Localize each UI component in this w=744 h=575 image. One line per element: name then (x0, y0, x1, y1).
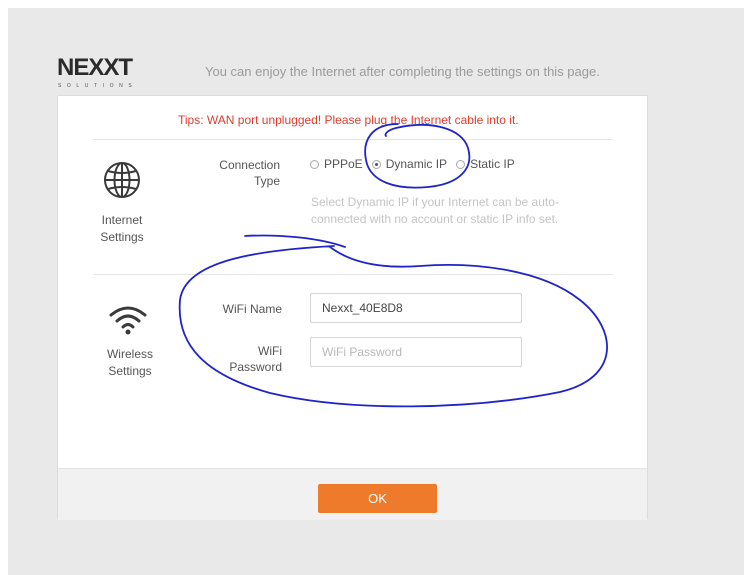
radio-pppoe-label: PPPoE (324, 157, 363, 171)
intro-text: You can enjoy the Internet after complet… (205, 64, 600, 79)
radio-dynamic-ip-dot[interactable] (371, 159, 381, 169)
radio-static-ip[interactable]: Static IP (456, 157, 515, 171)
connection-type-options: PPPoE Dynamic IP Static IP (310, 157, 524, 171)
radio-dynamic-ip-label: Dynamic IP (385, 157, 448, 171)
ok-button[interactable]: OK (318, 484, 437, 513)
internet-settings-label-line2: Settings (100, 230, 144, 244)
radio-pppoe-dot[interactable] (310, 159, 319, 169)
wifi-password-label-line1: WiFi (258, 344, 282, 358)
card-footer: OK (58, 468, 647, 520)
wifi-name-label: WiFi Name (222, 302, 282, 316)
internet-settings-label-line1: Internet (101, 213, 143, 227)
wifi-password-label-line2: Password (229, 360, 282, 374)
wifi-password-label: WiFi Password (192, 343, 282, 375)
radio-dynamic-ip[interactable]: Dynamic IP (371, 157, 448, 171)
connection-type-label-line1: Connection (219, 158, 280, 172)
globe-icon (104, 162, 140, 198)
brand-logo: NEXXT SOLUTIONS (57, 56, 167, 94)
wireless-settings-label-line1: Wireless (106, 347, 153, 361)
connection-type-hint: Select Dynamic IP if your Internet can b… (311, 195, 559, 226)
radio-static-ip-label: Static IP (470, 157, 515, 171)
radio-static-ip-dot[interactable] (456, 159, 466, 169)
wifi-password-input[interactable] (310, 337, 522, 367)
setup-card: Tips: WAN port unplugged! Please plug th… (57, 95, 648, 520)
connection-type-label-line2: Type (253, 174, 280, 188)
radio-pppoe[interactable]: PPPoE (310, 157, 363, 171)
brand-logo-wordmark: NEXXT (57, 54, 133, 81)
wan-warning-tip: Tips: WAN port unplugged! Please plug th… (178, 113, 519, 127)
internet-settings-label: Internet Settings (82, 212, 162, 246)
divider-top (93, 139, 613, 140)
divider-middle (93, 274, 613, 275)
wifi-icon (109, 306, 147, 335)
wifi-name-input[interactable] (310, 293, 522, 323)
wireless-settings-label-line2: Settings (108, 364, 152, 378)
wireless-settings-label: Wireless Settings (90, 346, 170, 380)
brand-logo-subtitle: SOLUTIONS (58, 83, 138, 89)
connection-type-label: Connection Type (190, 157, 280, 189)
